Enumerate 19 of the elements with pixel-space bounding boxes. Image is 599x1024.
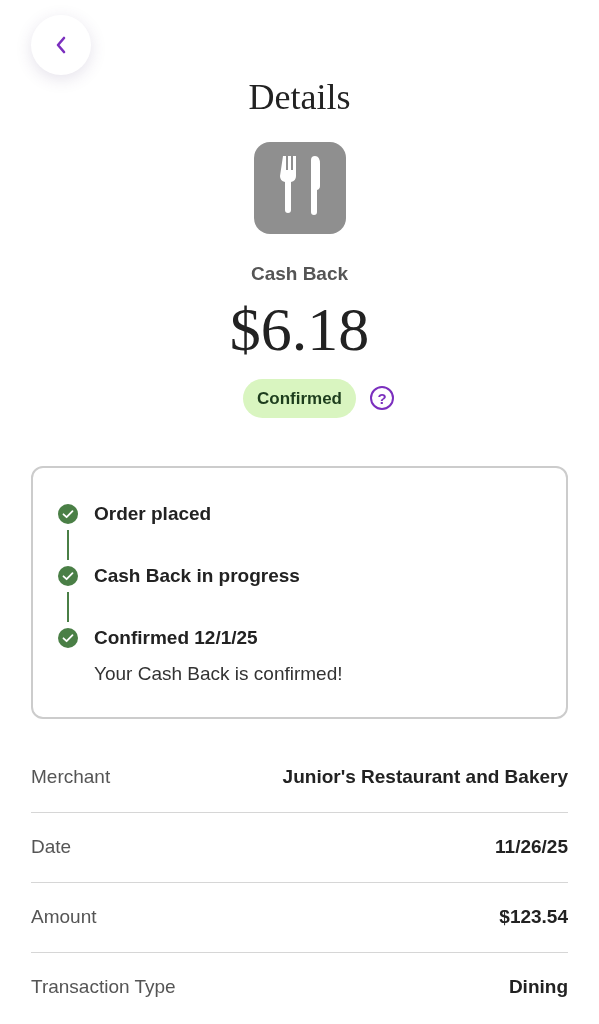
fork-knife-icon	[253, 142, 346, 234]
detail-label: Amount	[31, 904, 97, 929]
status-badge: Confirmed	[243, 378, 356, 418]
detail-label: Merchant	[31, 764, 111, 789]
detail-label: Transaction Type	[31, 975, 176, 1000]
step-title: Confirmed 12/1/25	[94, 626, 258, 650]
help-button[interactable]: ?	[370, 386, 394, 411]
step-note: Your Cash Back is confirmed!	[94, 662, 344, 686]
detail-value: 11/26/25	[495, 834, 568, 859]
step-title: Order placed	[94, 502, 212, 526]
page-title: Details	[248, 76, 351, 119]
detail-label: Date	[31, 834, 72, 859]
cash-back-label: Cash Back	[250, 262, 349, 286]
step-title: Cash Back in progress	[94, 564, 300, 588]
detail-value: Dining	[508, 975, 568, 1000]
detail-value: Junior's Restaurant and Bakery	[282, 764, 568, 789]
detail-value: $123.54	[499, 904, 568, 929]
cash-back-amount: $6.18	[229, 293, 370, 365]
back-icon	[55, 36, 67, 54]
